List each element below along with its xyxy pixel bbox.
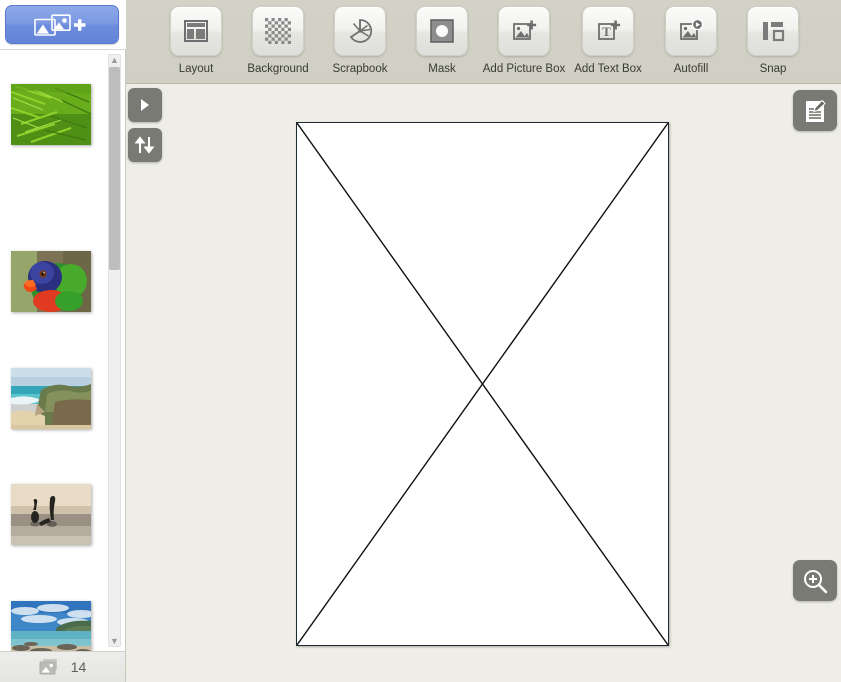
thumbnail-bay[interactable] <box>11 601 91 651</box>
toolbar-label: Snap <box>759 63 787 75</box>
sidebar-scrollbar-thumb[interactable] <box>109 67 120 270</box>
thumbnail-beach-figures[interactable] <box>11 484 91 545</box>
main-toolbar: Layout Background Scrapbook Mask Add Pic… <box>126 0 841 84</box>
toolbar-item-add-picture-box[interactable]: Add Picture Box <box>476 6 572 76</box>
edit-page-button[interactable] <box>793 90 837 131</box>
add-picture-box-icon <box>498 6 550 56</box>
snap-icon <box>747 6 799 56</box>
scrapbook-icon <box>334 6 386 56</box>
magnifier-plus-icon <box>804 569 828 593</box>
sort-button[interactable] <box>128 128 162 162</box>
page-edit-icon <box>806 99 826 122</box>
toolbar-label: Add Text Box <box>574 63 642 75</box>
toolbar-label: Add Picture Box <box>482 63 566 75</box>
thumbnail-ferns[interactable] <box>11 84 91 145</box>
empty-picture-box-x <box>297 123 668 645</box>
layout-icon <box>170 6 222 56</box>
zoom-in-button[interactable] <box>793 560 837 601</box>
scroll-down-arrow-icon[interactable]: ▼ <box>108 635 121 647</box>
add-photos-button[interactable] <box>5 5 119 44</box>
toolbar-item-add-text-box[interactable]: T Add Text Box <box>560 6 656 76</box>
sidebar-footer: 14 <box>0 651 125 682</box>
mask-icon <box>416 6 468 56</box>
triangle-right-icon <box>141 99 149 111</box>
thumbnail-list[interactable]: ▲ ▼ <box>0 50 125 651</box>
photo-count-label: 14 <box>70 659 87 675</box>
thumbnail-cliffs[interactable] <box>11 368 91 429</box>
page-canvas[interactable] <box>296 122 669 646</box>
svg-text:T: T <box>602 24 611 39</box>
photo-book-editor-window: Layout Background Scrapbook Mask Add Pic… <box>0 0 841 682</box>
sort-up-down-icon <box>135 136 155 154</box>
photo-tray-sidebar: ▲ ▼ 14 <box>0 50 126 682</box>
add-photos-icon <box>34 14 86 36</box>
add-text-box-icon: T <box>582 6 634 56</box>
toolbar-item-snap[interactable]: Snap <box>725 6 821 76</box>
background-checker-icon <box>252 6 304 56</box>
photos-count-icon <box>39 659 57 675</box>
page-canvas-area[interactable] <box>126 84 841 682</box>
thumbnail-parrot[interactable] <box>11 251 91 312</box>
add-photos-panel <box>0 0 126 50</box>
autofill-icon <box>665 6 717 56</box>
scroll-up-arrow-icon[interactable]: ▲ <box>108 54 121 66</box>
expand-panel-button[interactable] <box>128 88 162 122</box>
